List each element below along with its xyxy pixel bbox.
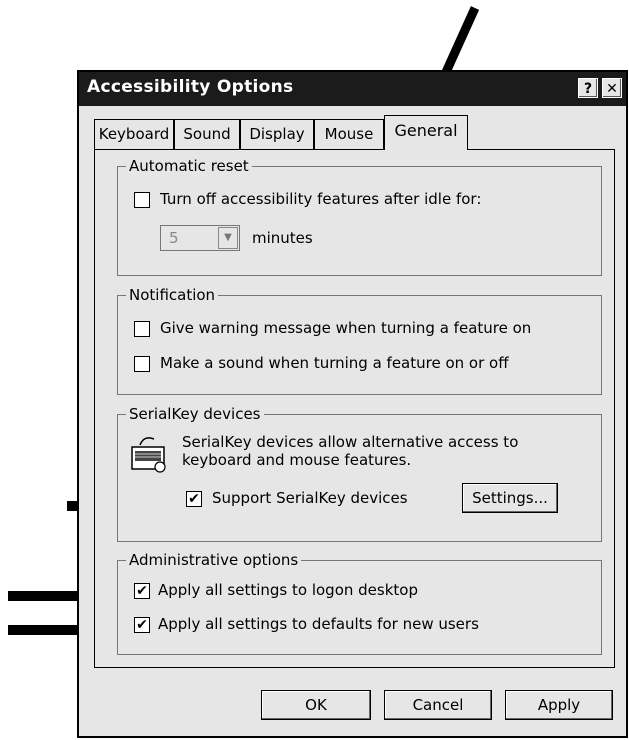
keyboard-icon	[131, 437, 166, 473]
turn-off-checkbox[interactable]	[134, 192, 150, 208]
make-sound-checkbox[interactable]	[134, 356, 150, 372]
make-sound-label: Make a sound when turning a feature on o…	[160, 354, 509, 372]
general-tab-panel: Automatic reset Turn off accessibility f…	[94, 149, 615, 668]
apply-logon-desktop-label: Apply all settings to logon desktop	[158, 581, 418, 599]
window-title: Accessibility Options	[87, 77, 294, 97]
tab-display[interactable]: Display	[240, 119, 314, 149]
serialkey-description-line1: SerialKey devices allow alternative acce…	[182, 433, 519, 451]
serialkey-description-line2: keyboard and mouse features.	[182, 451, 412, 469]
tab-mouse[interactable]: Mouse	[314, 119, 384, 149]
idle-minutes-select[interactable]: 5 ▼	[160, 225, 240, 251]
warning-message-label: Give warning message when turning a feat…	[160, 319, 532, 337]
tab-label: Keyboard	[98, 125, 170, 143]
close-button[interactable]: ✕	[602, 78, 622, 98]
tab-label: Sound	[183, 125, 231, 143]
apply-button[interactable]: Apply	[505, 690, 613, 720]
tab-label: Display	[249, 125, 305, 143]
apply-defaults-new-users-label: Apply all settings to defaults for new u…	[158, 615, 479, 633]
group-legend: Notification	[126, 286, 219, 304]
title-bar: Accessibility Options ? ✕	[79, 72, 626, 106]
chevron-down-icon: ▼	[218, 227, 238, 249]
warning-message-checkbox[interactable]	[134, 321, 150, 337]
accessibility-options-dialog: Accessibility Options ? ✕ Keyboard Sound…	[77, 70, 628, 738]
support-serialkey-label: Support SerialKey devices	[212, 489, 408, 507]
apply-logon-desktop-checkbox[interactable]: ✔	[134, 583, 150, 599]
ok-button[interactable]: OK	[261, 690, 371, 720]
serialkey-group: SerialKey devices SerialKey devices allo…	[117, 405, 602, 542]
tab-label: General	[394, 121, 458, 140]
administrative-options-group: Administrative options ✔ Apply all setti…	[117, 551, 602, 655]
turn-off-label: Turn off accessibility features after id…	[160, 190, 482, 208]
tab-label: Mouse	[324, 125, 374, 143]
idle-minutes-value: 5	[169, 229, 179, 247]
group-legend: SerialKey devices	[126, 405, 264, 423]
tab-general[interactable]: General	[384, 115, 468, 150]
help-button[interactable]: ?	[578, 78, 598, 98]
serialkey-settings-button[interactable]: Settings...	[462, 483, 558, 513]
automatic-reset-group: Automatic reset Turn off accessibility f…	[117, 157, 602, 276]
notification-group: Notification Give warning message when t…	[117, 286, 602, 395]
minutes-label: minutes	[252, 229, 313, 247]
tab-sound[interactable]: Sound	[174, 119, 240, 149]
support-serialkey-checkbox[interactable]: ✔	[186, 491, 202, 507]
apply-defaults-new-users-checkbox[interactable]: ✔	[134, 617, 150, 633]
tab-keyboard[interactable]: Keyboard	[94, 119, 174, 149]
group-legend: Automatic reset	[126, 157, 252, 175]
cancel-button[interactable]: Cancel	[384, 690, 492, 720]
group-legend: Administrative options	[126, 551, 302, 569]
